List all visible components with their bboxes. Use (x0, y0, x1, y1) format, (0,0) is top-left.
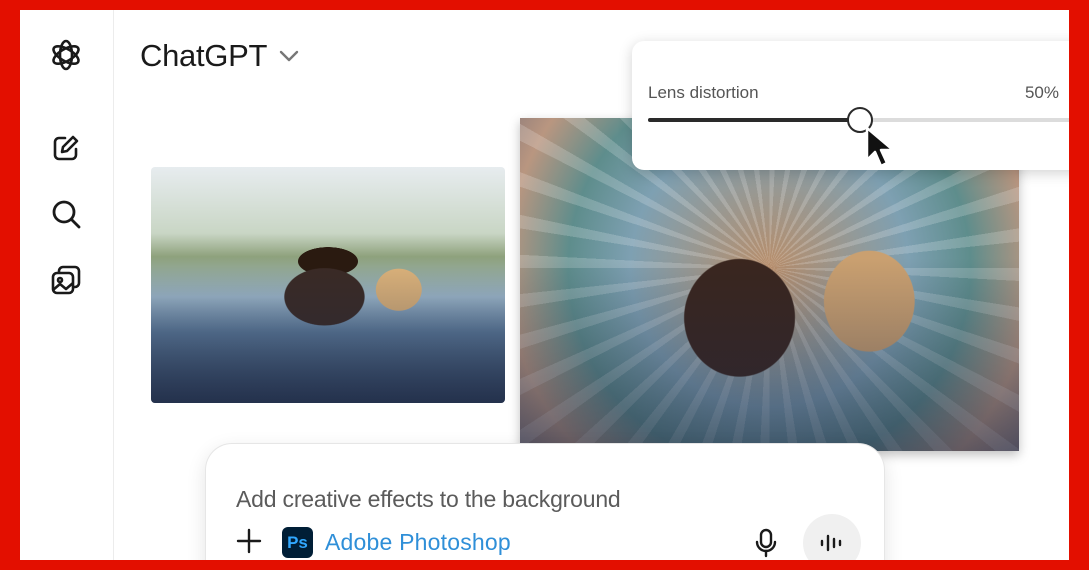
adjustment-value: 50% (1024, 83, 1059, 102)
photoshop-app-name: Adobe Photoshop (325, 529, 511, 555)
model-selector[interactable]: ChatGPT (140, 38, 299, 74)
composer: Add creative effects to the background P… (206, 444, 884, 560)
new-chat-icon[interactable] (46, 128, 86, 168)
original-photo (151, 167, 505, 403)
sidebar (20, 10, 114, 560)
voice-mode-button[interactable] (803, 514, 861, 560)
photoshop-logo: Ps (282, 527, 313, 558)
photoshop-app-chip[interactable]: Ps Adobe Photoshop (282, 527, 511, 558)
adjustment-panel: Lens distortion 50% (632, 41, 1069, 170)
search-icon[interactable] (46, 194, 86, 234)
lens-distortion-slider[interactable] (648, 107, 1069, 133)
slider-fill (648, 118, 860, 122)
mouse-cursor-icon (865, 126, 901, 175)
add-button[interactable] (234, 526, 264, 556)
openai-logo-icon[interactable] (46, 35, 86, 75)
photo-subjects (520, 257, 1019, 451)
page-title: ChatGPT (140, 38, 268, 73)
photo-subjects (151, 266, 505, 403)
prompt-input[interactable]: Add creative effects to the background (236, 486, 621, 513)
app-window: ChatGPT Lens distortion 50% Add creative… (20, 10, 1069, 560)
adjustment-label: Lens distortion (648, 83, 759, 102)
images-icon[interactable] (46, 260, 86, 300)
microphone-button[interactable] (751, 527, 781, 559)
chevron-down-icon (279, 49, 299, 67)
